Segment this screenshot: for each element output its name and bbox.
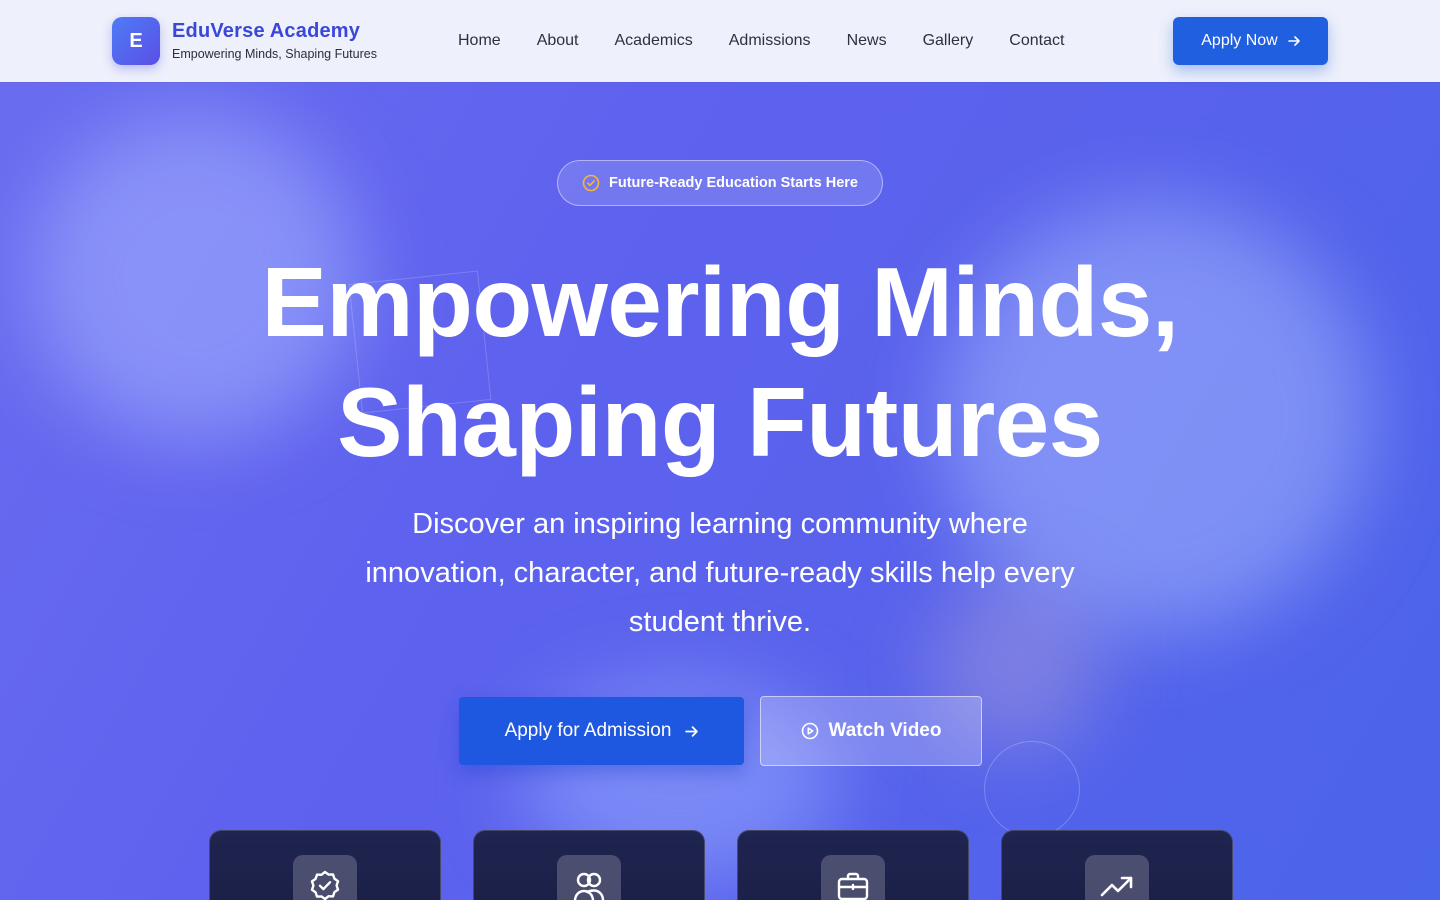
main-nav: Home About Academics Admissions News Gal… [440, 0, 1082, 82]
nav-item-admissions[interactable]: Admissions [711, 32, 829, 50]
hero-subtext: Discover an inspiring learning community… [365, 508, 1075, 638]
badge-check-icon [310, 870, 340, 900]
check-circle-icon [582, 174, 600, 192]
feature-card[interactable] [1001, 830, 1233, 900]
watch-video-label: Watch Video [828, 720, 942, 741]
apply-now-button[interactable]: Apply Now [1173, 17, 1328, 65]
feature-card-icon-tile [1085, 855, 1149, 900]
arrow-right-icon [685, 725, 699, 737]
site-header: E EduVerse Academy Empowering Minds, Sha… [0, 0, 1440, 82]
brand-name[interactable]: EduVerse Academy [172, 20, 360, 43]
feature-card-icon-tile [557, 855, 621, 900]
apply-for-admission-label: Apply for Admission [504, 720, 672, 741]
nav-item-contact[interactable]: Contact [991, 32, 1082, 50]
apply-for-admission-button[interactable]: Apply for Admission [459, 697, 744, 765]
hero-section: Future-Ready Education Starts Here Empow… [0, 82, 1440, 900]
trending-up-icon [1100, 876, 1133, 897]
feature-card[interactable] [737, 830, 969, 900]
logo-icon[interactable]: E [112, 17, 160, 65]
nav-item-about[interactable]: About [519, 32, 597, 50]
hero-badge-text: Future-Ready Education Starts Here [609, 175, 858, 191]
play-circle-icon [801, 722, 818, 740]
nav-item-news[interactable]: News [829, 32, 905, 50]
arrow-right-icon [1287, 36, 1300, 46]
hero-badge: Future-Ready Education Starts Here [557, 160, 883, 206]
hero-headline: Empowering Minds, Shaping Futures [0, 242, 1440, 482]
users-icon [573, 872, 605, 900]
feature-card[interactable] [209, 830, 441, 900]
nav-item-academics[interactable]: Academics [597, 32, 711, 50]
briefcase-icon [837, 872, 869, 900]
hero-headline-line-2: Shaping Futures [337, 367, 1103, 477]
decorative-circle [984, 741, 1080, 837]
hero-headline-line-1: Empowering Minds, [261, 247, 1179, 357]
logo-letter: E [129, 29, 143, 52]
nav-item-gallery[interactable]: Gallery [905, 32, 992, 50]
feature-card-icon-tile [293, 855, 357, 900]
watch-video-button[interactable]: Watch Video [760, 696, 982, 766]
feature-card-icon-tile [821, 855, 885, 900]
apply-now-label: Apply Now [1201, 32, 1278, 49]
brand-tagline: Empowering Minds, Shaping Futures [172, 47, 377, 61]
feature-card[interactable] [473, 830, 705, 900]
nav-item-home[interactable]: Home [440, 32, 519, 50]
